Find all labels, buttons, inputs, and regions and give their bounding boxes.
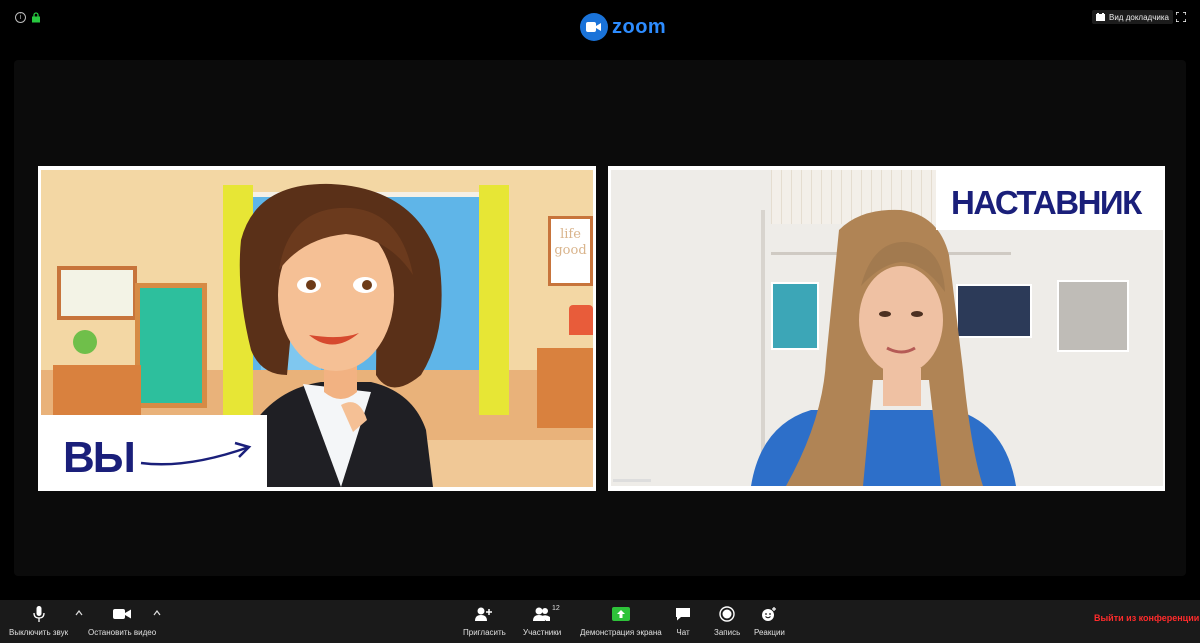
- mentor-label: НАСТАВНИК: [951, 184, 1142, 221]
- mute-button[interactable]: Выключить звук: [9, 600, 68, 643]
- leave-meeting-button[interactable]: Выйти из конференции: [1094, 613, 1199, 623]
- participants-label: Участники: [523, 628, 562, 637]
- share-icon: [611, 605, 630, 623]
- video-tile-you[interactable]: life good ВЫ: [38, 166, 596, 491]
- chat-button[interactable]: Чат: [674, 600, 692, 643]
- top-bar: i zoom Вид докладчика: [0, 0, 1200, 50]
- you-label-box: ВЫ: [41, 415, 267, 487]
- reactions-icon: [760, 605, 778, 623]
- arrow-icon: [140, 441, 252, 466]
- speaker-view-label: Вид докладчика: [1109, 12, 1169, 22]
- view-icon: [1096, 13, 1105, 21]
- zoom-logo: zoom: [580, 13, 666, 41]
- info-icon[interactable]: i: [15, 12, 26, 23]
- stop-video-button[interactable]: Остановить видео: [88, 600, 156, 643]
- meeting-toolbar: Выключить звук Остановить видео Пригласи…: [0, 600, 1200, 643]
- participants-count: 12: [552, 605, 560, 612]
- zoom-logo-icon: [580, 13, 608, 41]
- reactions-button[interactable]: Реакции: [754, 600, 785, 643]
- speaker-view-button[interactable]: Вид докладчика: [1092, 10, 1173, 24]
- video-tile-mentor[interactable]: НАСТАВНИК: [608, 166, 1165, 491]
- reactions-label: Реакции: [754, 628, 785, 637]
- invite-button[interactable]: Пригласить: [463, 600, 506, 643]
- participants-icon: [533, 605, 551, 623]
- record-icon: [718, 605, 736, 623]
- record-label: Запись: [714, 628, 741, 637]
- video-options-caret-icon[interactable]: [153, 609, 161, 617]
- mute-options-caret-icon[interactable]: [75, 609, 83, 617]
- you-label: ВЫ: [63, 433, 136, 482]
- lock-icon[interactable]: [31, 12, 41, 23]
- video-icon: [113, 605, 132, 623]
- invite-label: Пригласить: [463, 628, 506, 637]
- stop-video-label: Остановить видео: [88, 628, 157, 637]
- mute-label: Выключить звук: [9, 628, 69, 637]
- chat-label: Чат: [676, 628, 690, 637]
- record-button[interactable]: Запись: [714, 600, 740, 643]
- mentor-label-box: НАСТАВНИК: [936, 170, 1163, 230]
- mic-icon: [30, 605, 48, 623]
- invite-icon: [475, 605, 493, 623]
- chat-icon: [674, 605, 692, 623]
- participant-name-tag: [613, 479, 651, 482]
- share-screen-label: Демонстрация экрана: [580, 628, 662, 637]
- zoom-logo-text: zoom: [612, 15, 667, 38]
- fullscreen-icon[interactable]: [1176, 12, 1186, 22]
- cartoon-scene: life good ВЫ: [41, 170, 593, 487]
- share-screen-button[interactable]: Демонстрация экрана: [580, 600, 662, 643]
